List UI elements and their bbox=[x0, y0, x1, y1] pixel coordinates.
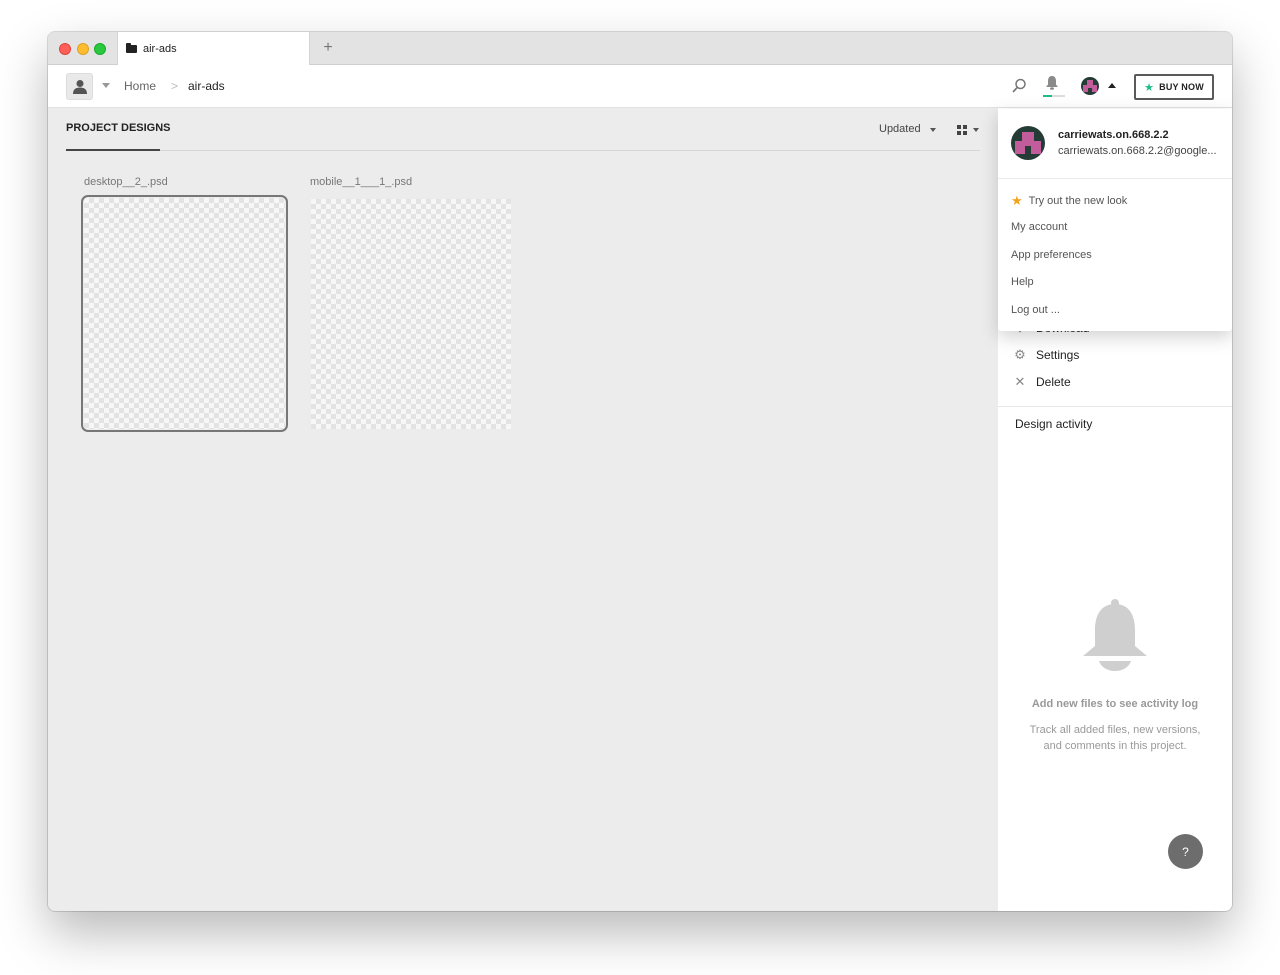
design-name[interactable]: mobile__1___1_.psd bbox=[310, 176, 412, 188]
star-icon: ★ bbox=[1144, 81, 1155, 94]
folder-icon bbox=[126, 42, 137, 53]
search-icon[interactable] bbox=[1012, 78, 1027, 93]
breadcrumb-current: air-ads bbox=[188, 79, 225, 93]
breadcrumb-home[interactable]: Home bbox=[124, 79, 156, 93]
close-icon: ✕ bbox=[1014, 374, 1026, 389]
chevron-down-icon[interactable] bbox=[930, 128, 936, 132]
buy-now-button[interactable]: ★ BUY NOW bbox=[1134, 74, 1214, 100]
section-divider bbox=[66, 150, 980, 151]
menu-item-app-preferences[interactable]: App preferences bbox=[1011, 249, 1092, 261]
design-thumbnail[interactable] bbox=[81, 195, 288, 432]
menu-item-try-new-look[interactable]: ★ Try out the new look bbox=[1011, 193, 1127, 209]
menu-item-my-account[interactable]: My account bbox=[1011, 221, 1067, 233]
chevron-down-icon[interactable] bbox=[102, 83, 110, 88]
notification-progress-bar bbox=[1043, 95, 1065, 97]
settings-action[interactable]: ⚙ Settings bbox=[1014, 348, 1079, 362]
close-window-button[interactable] bbox=[59, 43, 71, 55]
minimize-window-button[interactable] bbox=[77, 43, 89, 55]
app-window: air-ads + Home > air-ads ★ BUY NOW PROJE… bbox=[48, 32, 1232, 911]
avatar-icon bbox=[1015, 132, 1041, 154]
gear-icon: ⚙ bbox=[1014, 347, 1026, 362]
account-email: carriewats.on.668.2.2@google... bbox=[1058, 145, 1217, 157]
help-button[interactable]: ? bbox=[1168, 834, 1203, 869]
tab-air-ads[interactable]: air-ads bbox=[117, 32, 310, 65]
active-tab-indicator bbox=[66, 149, 160, 151]
zoom-window-button[interactable] bbox=[94, 43, 106, 55]
bell-icon bbox=[1083, 599, 1147, 671]
title-bar: air-ads + bbox=[48, 32, 1232, 65]
settings-label: Settings bbox=[1036, 348, 1080, 362]
tab-label: air-ads bbox=[143, 42, 177, 55]
grid-view-icon[interactable] bbox=[957, 125, 967, 135]
account-username: carriewats.on.668.2.2 bbox=[1058, 129, 1169, 141]
user-avatar[interactable] bbox=[1081, 77, 1099, 95]
user-dropdown-menu: carriewats.on.668.2.2 carriewats.on.668.… bbox=[998, 109, 1232, 331]
workspace-avatar-button[interactable] bbox=[66, 73, 93, 100]
design-name[interactable]: desktop__2_.psd bbox=[84, 176, 168, 188]
avatar bbox=[1011, 126, 1045, 160]
empty-activity-title: Add new files to see activity log bbox=[1031, 698, 1199, 710]
avatar-icon bbox=[1083, 80, 1097, 92]
design-activity-title: Design activity bbox=[1015, 417, 1093, 431]
menu-item-log-out[interactable]: Log out ... bbox=[1011, 304, 1060, 316]
empty-activity-description: Track all added files, new versions, and… bbox=[1029, 724, 1201, 752]
bell-icon[interactable] bbox=[1045, 75, 1059, 91]
menu-item-label: Try out the new look bbox=[1028, 195, 1128, 207]
star-icon: ★ bbox=[1011, 193, 1023, 208]
buy-now-label: BUY NOW bbox=[1159, 82, 1204, 92]
sort-dropdown[interactable]: Updated bbox=[879, 123, 921, 135]
menu-item-help[interactable]: Help bbox=[1011, 276, 1034, 288]
user-icon bbox=[73, 80, 87, 94]
chevron-down-icon[interactable] bbox=[973, 128, 979, 132]
new-tab-button[interactable]: + bbox=[318, 38, 338, 58]
breadcrumb-separator: > bbox=[171, 79, 179, 93]
chevron-up-icon[interactable] bbox=[1108, 83, 1116, 88]
main-content: PROJECT DESIGNS Updated desktop__2_.psd … bbox=[48, 108, 998, 911]
delete-action[interactable]: ✕ Delete bbox=[1014, 375, 1071, 389]
menu-divider bbox=[998, 178, 1232, 179]
design-thumbnail[interactable] bbox=[311, 199, 511, 429]
panel-divider bbox=[998, 406, 1232, 407]
tab-project-designs[interactable]: PROJECT DESIGNS bbox=[66, 122, 171, 134]
top-header: Home > air-ads ★ BUY NOW bbox=[48, 65, 1232, 108]
delete-label: Delete bbox=[1036, 375, 1071, 389]
